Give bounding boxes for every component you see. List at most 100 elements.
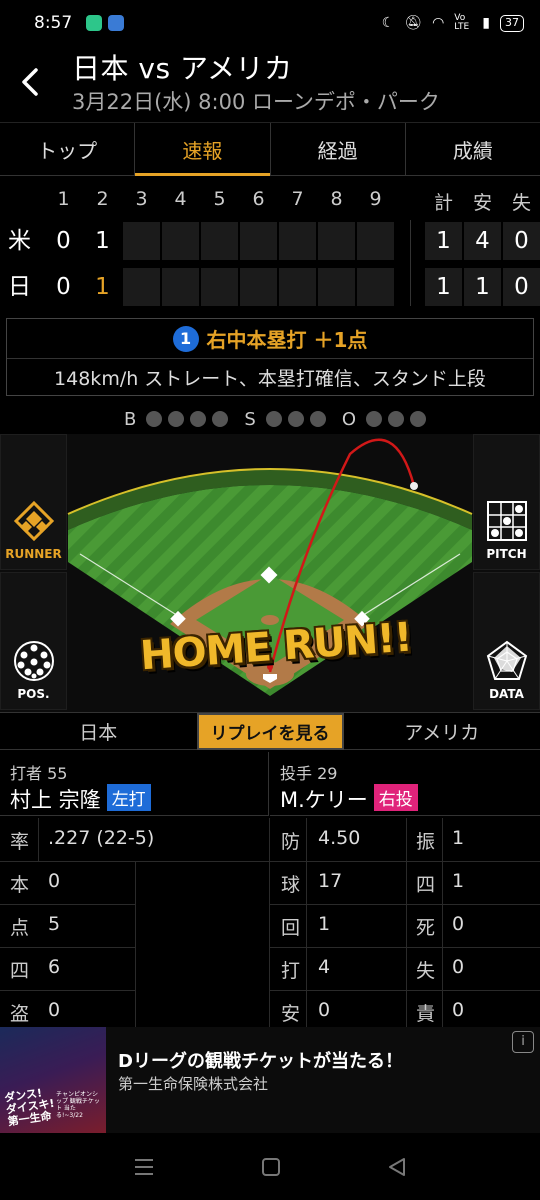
back-arrow-icon[interactable] (16, 64, 46, 100)
inning-header: 9 (369, 188, 382, 210)
pitcher-stat-label: 球 (281, 874, 301, 896)
inning-score-cell (162, 222, 199, 260)
back-nav-icon[interactable] (387, 1157, 407, 1177)
column-divider (38, 818, 39, 861)
recent-apps-icon[interactable] (133, 1157, 155, 1177)
moon-icon: ☾ (381, 15, 395, 31)
pitcher-role: 投手 (280, 764, 313, 783)
total-score-cell: 0 (503, 268, 540, 306)
balls-label: B (124, 408, 137, 430)
scoreboard-divider (410, 220, 411, 306)
inning-header: 2 (96, 188, 109, 210)
inning-score-cell: 1 (84, 222, 121, 260)
home-team-label[interactable]: 日本 (0, 718, 197, 745)
batter-stat-label: 盗 (10, 1003, 30, 1025)
pitcher-stat-value: 1 (452, 827, 465, 849)
pitcher-stat-value: 4.50 (318, 827, 361, 849)
pitcher-stat-value: 0 (452, 913, 465, 935)
row-divider (270, 947, 540, 948)
inning-header: 5 (213, 188, 226, 210)
inning-header: 7 (291, 188, 304, 210)
row-divider (270, 904, 540, 905)
inning-score-cell (240, 222, 277, 260)
column-divider (406, 818, 407, 1027)
runner-button[interactable]: RUNNER (0, 434, 67, 570)
system-nav-bar (0, 1133, 540, 1200)
batter-name: 村上 宗隆 (10, 788, 101, 812)
runner-diamond-icon (13, 500, 54, 542)
batter-stat-label: 四 (10, 960, 30, 982)
ball-dot (168, 411, 185, 427)
data-label: DATA (489, 687, 524, 701)
batter-stat-value: 5 (48, 913, 61, 935)
pitcher-number: 29 (317, 764, 338, 783)
strike-dot (287, 411, 304, 427)
total-score-cell: 4 (464, 222, 501, 260)
stats-grid: 率 .227 (22-5) 防 4.50 振 1 本 0 球 17 四 1 点 5 回 1 死 0 四 6 打 4 失 0 盗 0… (0, 818, 540, 1027)
battery-indicator: 37 (500, 14, 524, 32)
scoreboard: 123456789計安失米01140日01110 (0, 184, 540, 308)
inning-score-cell (123, 268, 160, 306)
pitcher-stat-label: 防 (281, 831, 301, 853)
game-title: 日本 vs アメリカ (72, 52, 293, 85)
play-number-badge: 1 (172, 325, 199, 352)
pitcher-info[interactable]: 投手 29 M.ケリー 右投 (270, 752, 540, 816)
strike-dot (265, 411, 282, 427)
ad-headline[interactable]: Dリーグの観戦チケットが当たる！ (118, 1047, 403, 1073)
replay-button[interactable]: リプレイを見る (196, 712, 344, 750)
column-divider (306, 818, 307, 1027)
pitcher-stat-value: 0 (452, 999, 465, 1021)
app-notification-icon (86, 15, 103, 31)
total-score-cell: 0 (503, 222, 540, 260)
pitcher-stat-label: 振 (416, 831, 436, 853)
home-icon[interactable] (261, 1157, 281, 1177)
row-divider (0, 990, 135, 991)
inning-score-cell (201, 268, 238, 306)
pitch-label: PITCH (486, 547, 527, 561)
position-button[interactable]: POS. (0, 572, 67, 710)
pitcher-stat-label: 失 (416, 960, 436, 982)
pitcher-stat-label: 四 (416, 874, 436, 896)
tab-progress[interactable]: 経過 (271, 123, 406, 175)
pitcher-stat-label: 打 (281, 960, 301, 982)
inning-score-cell (162, 268, 199, 306)
inning-score-cell (357, 222, 394, 260)
ad-sponsor: 第一生命保険株式会社 (118, 1075, 269, 1093)
inning-header: 8 (330, 188, 343, 210)
totals-header: 失 (511, 192, 531, 214)
tab-live[interactable]: 速報 (135, 123, 271, 176)
team-abbrev: 日 (8, 274, 31, 300)
pitcher-stat-value: 0 (318, 999, 331, 1021)
runner-label: RUNNER (5, 547, 62, 561)
inning-score-cell (123, 222, 160, 260)
inning-score-cell: 0 (45, 268, 82, 306)
ad-banner[interactable]: ダンス! ダイスキ! 第一生命 チャンピオンシップ 観戦チケット 当たる!~3/… (0, 1027, 540, 1133)
ad-info-icon[interactable]: i (512, 1031, 534, 1053)
status-time: 8:57 (34, 13, 73, 33)
inning-score-cell (318, 222, 355, 260)
pitcher-stat-label: 責 (416, 1003, 436, 1025)
data-button[interactable]: DATA (473, 572, 540, 710)
column-divider (442, 818, 443, 1027)
column-divider (269, 818, 270, 1027)
status-bar: 8:57 ☾ 🔕︎ ◠ Vo LTE ▮ 37 (0, 0, 540, 46)
away-team-label[interactable]: アメリカ (344, 718, 540, 745)
pitch-button[interactable]: PITCH (473, 434, 540, 570)
tab-stats[interactable]: 成績 (406, 123, 540, 175)
tab-top[interactable]: トップ (0, 123, 136, 175)
total-score-cell: 1 (425, 222, 462, 260)
batter-stat-value: 0 (48, 999, 61, 1021)
strikes-label: S (244, 408, 256, 430)
row-divider (0, 861, 269, 862)
batter-hand-badge: 左打 (106, 784, 151, 811)
totals-header: 安 (472, 192, 492, 214)
batter-info[interactable]: 打者 55 村上 宗隆 左打 (0, 752, 269, 816)
position-dots-icon (13, 641, 54, 681)
pitcher-stat-label: 安 (281, 1003, 301, 1025)
ad-image[interactable]: ダンス! ダイスキ! 第一生命 チャンピオンシップ 観戦チケット 当たる!~3/… (0, 1027, 106, 1133)
game-subtitle: 3月22日(水) 8:00 ローンデポ・パーク (72, 90, 440, 114)
inning-score-cell: 0 (45, 222, 82, 260)
batter-stat-label: 本 (10, 874, 30, 896)
android-notification-icon (108, 15, 125, 31)
batter-stat-value: 0 (48, 870, 61, 892)
